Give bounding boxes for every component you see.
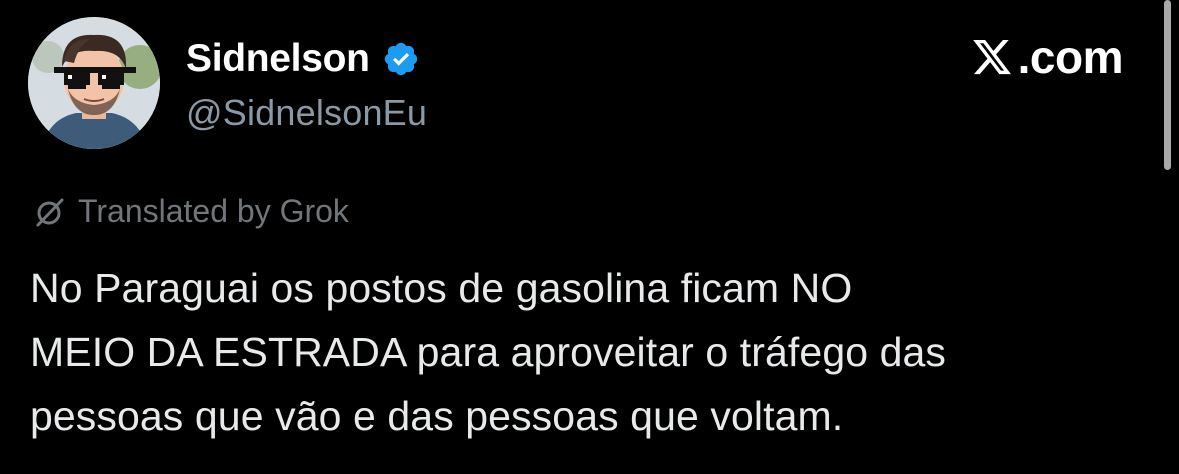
avatar-image (28, 17, 160, 149)
avatar[interactable] (28, 17, 160, 149)
grok-icon (34, 196, 66, 228)
author-display-name[interactable]: Sidnelson (186, 37, 370, 81)
x-logo-icon (970, 36, 1014, 78)
verified-badge-icon (382, 40, 420, 78)
author-name-row[interactable]: Sidnelson (186, 34, 420, 84)
translation-notice[interactable]: Translated by Grok (34, 193, 349, 230)
author-handle[interactable]: @SidnelsonEu (186, 92, 427, 134)
scrollbar[interactable] (1164, 0, 1171, 170)
translation-label: Translated by Grok (78, 193, 349, 229)
brand-watermark: .com (970, 30, 1124, 84)
brand-suffix: .com (1017, 31, 1124, 83)
tweet-card: Sidnelson @SidnelsonEu .com Translated b… (0, 0, 1179, 474)
tweet-text: No Paraguai os postos de gasolina ficam … (30, 265, 947, 439)
